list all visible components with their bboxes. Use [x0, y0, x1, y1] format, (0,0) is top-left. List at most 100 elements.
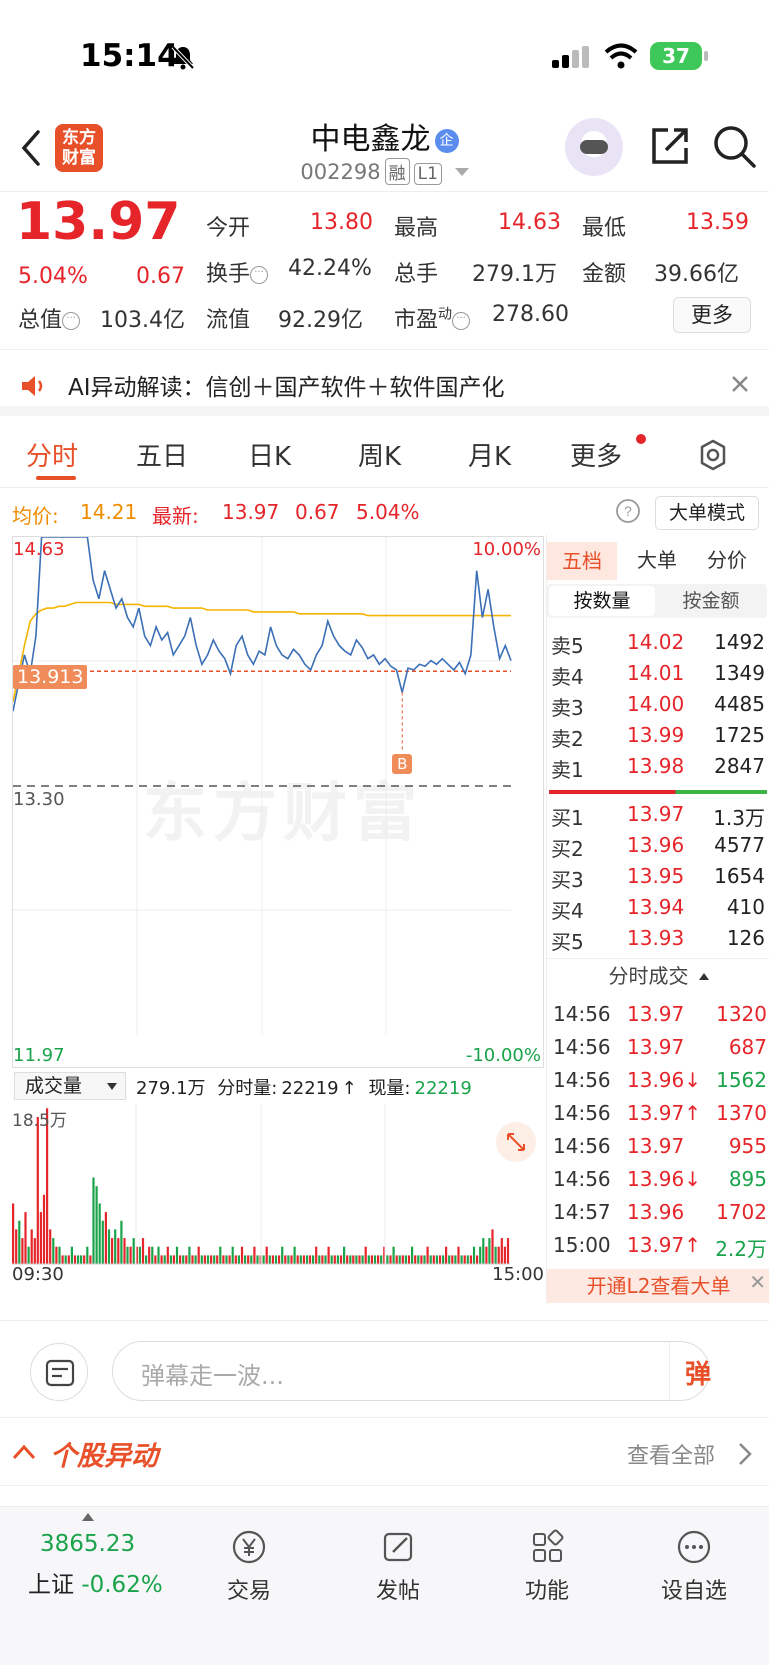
intraday-chart[interactable]: 东方财富 14.63 10.00% 13.30 11.97 -10.00% 13…	[12, 536, 544, 1068]
volume-bar	[401, 1255, 404, 1264]
volume-bar	[166, 1246, 169, 1264]
level-volume: 126	[726, 926, 765, 950]
search-icon[interactable]	[712, 124, 758, 170]
tab-monthly-k[interactable]: 月K	[468, 436, 511, 473]
nav-post[interactable]: 发帖	[348, 1527, 448, 1605]
volume-bar	[58, 1246, 61, 1264]
ask-row[interactable]: 卖2 13.99 1725	[551, 723, 767, 753]
big-order-mode-button[interactable]: 大单模式	[655, 496, 759, 530]
volume-bar	[299, 1255, 302, 1264]
volume-bar	[80, 1255, 83, 1264]
volume-bar	[417, 1255, 420, 1264]
volume-bars-svg	[12, 1104, 510, 1265]
index-value[interactable]: 3865.23	[40, 1531, 135, 1557]
by-quantity-button[interactable]: 按数量	[549, 586, 655, 616]
bid-row[interactable]: 买2 13.96 4577	[551, 833, 767, 863]
trade-volume: 687	[728, 1035, 767, 1059]
turnover-label[interactable]: 换手 ···	[206, 256, 269, 288]
volume-indicator-select[interactable]: 成交量	[14, 1072, 126, 1100]
volume-summary: 279.1万 分时量: 22219 ↑ 现量: 22219	[136, 1078, 472, 1099]
bid-row[interactable]: 买3 13.95 1654	[551, 864, 767, 894]
ai-assistant-avatar[interactable]	[565, 118, 623, 176]
amount-value: 39.66亿	[654, 262, 739, 287]
expand-chart-button[interactable]	[496, 1122, 536, 1162]
latest-price-value: 13.97	[222, 500, 280, 524]
volume-chart[interactable]: 成交量 279.1万 分时量: 22219 ↑ 现量: 22219 18.5万 09:…	[12, 1070, 544, 1288]
ai-insight-banner[interactable]: AI异动解读：信创＋国产软件＋软件国产化	[0, 352, 769, 416]
level-price: 14.01	[627, 661, 685, 685]
volume-bar	[377, 1255, 380, 1264]
level-label: 买1	[551, 806, 584, 830]
by-amount-button[interactable]: 按金额	[657, 586, 765, 616]
nav-add-watchlist[interactable]: 设自选	[644, 1527, 744, 1605]
level-label: 卖2	[551, 727, 584, 751]
bid-row[interactable]: 买5 13.93 126	[551, 926, 767, 956]
chevron-up-icon[interactable]	[12, 1444, 36, 1460]
volume-bar	[318, 1255, 321, 1264]
trades-header[interactable]: 分时成交	[547, 958, 769, 992]
nav-functions[interactable]: 功能	[497, 1527, 597, 1605]
tab-more[interactable]: 更多	[570, 436, 622, 473]
index-expand-icon[interactable]	[82, 1513, 94, 1521]
trade-time: 14:56	[553, 1134, 611, 1158]
trade-time: 14:56	[553, 1167, 611, 1191]
share-icon[interactable]	[648, 124, 692, 168]
index-ticker[interactable]: 上证 -0.62%	[28, 1565, 163, 1599]
chevron-right-icon[interactable]	[738, 1442, 752, 1466]
level-volume: 1492	[714, 630, 765, 654]
y-high-label: 14.63	[13, 539, 65, 560]
volume-bar	[346, 1255, 349, 1264]
tab-five-day[interactable]: 五日	[136, 436, 188, 473]
volume-bar	[138, 1246, 141, 1264]
close-icon[interactable]: ✕	[749, 1265, 766, 1299]
ask-row[interactable]: 卖5 14.02 1492	[551, 630, 767, 660]
trade-price: 13.96	[627, 1200, 685, 1224]
gear-icon[interactable]	[696, 438, 730, 472]
info-dots-icon: ···	[250, 266, 269, 284]
verified-company-icon: 企	[434, 129, 459, 153]
volume-bar	[52, 1238, 55, 1264]
ask-row[interactable]: 卖1 13.98 2847	[551, 754, 767, 784]
buy-marker[interactable]: B	[392, 754, 413, 775]
volume-bar	[175, 1246, 179, 1264]
tab-daily-k[interactable]: 日K	[248, 436, 291, 473]
tab-price-distribution[interactable]: 分价	[707, 544, 747, 573]
notification-dot	[636, 434, 646, 444]
tab-intraday[interactable]: 分时	[26, 436, 78, 473]
send-danmaku-button[interactable]: 弹	[685, 1354, 711, 1391]
volume-bar	[129, 1246, 132, 1264]
l2-upgrade-banner[interactable]: 开通L2查看大单 ✕	[547, 1269, 769, 1303]
tab-five-levels[interactable]: 五档	[547, 542, 617, 580]
volume-bar	[95, 1186, 98, 1264]
volume-bar	[64, 1255, 67, 1264]
bid-row[interactable]: 买1 13.97 1.3万	[551, 802, 767, 832]
view-all-link[interactable]: 查看全部	[627, 1438, 715, 1470]
ask-row[interactable]: 卖3 14.00 4485	[551, 692, 767, 722]
message-list-button[interactable]	[30, 1343, 88, 1401]
help-icon[interactable]: ?	[615, 498, 641, 524]
pct-high-label: 10.00%	[472, 539, 541, 560]
expand-icon	[507, 1133, 525, 1151]
pe-label[interactable]: 市盈动 ···	[394, 302, 471, 334]
tab-big-orders[interactable]: 大单	[637, 544, 677, 573]
nav-trade[interactable]: 交易	[199, 1527, 299, 1605]
x-end-label: 15:00	[492, 1264, 544, 1285]
volume-bar	[157, 1246, 160, 1264]
stock-movers-section[interactable]: 个股异动 查看全部	[0, 1420, 769, 1486]
ask-row[interactable]: 卖4 14.01 1349	[551, 661, 767, 691]
volume-bar	[364, 1246, 367, 1264]
market-cap-label[interactable]: 总值 ···	[18, 302, 81, 334]
order-book-panel: 五档 大单 分价 按数量 按金额 卖5 14.02 1492 卖4 14.01 1349 卖…	[546, 534, 769, 1304]
more-quote-button[interactable]: 更多	[673, 297, 751, 333]
danmaku-input[interactable]: 弹幕走一波... 弹	[112, 1341, 711, 1401]
volume-bar	[330, 1255, 333, 1264]
bid-row[interactable]: 买4 13.94 410	[551, 895, 767, 925]
trade-row: 14:56 13.97 1320	[553, 1002, 767, 1032]
trade-volume: 1320	[716, 1002, 767, 1026]
pct-low-label: -10.00%	[465, 1045, 541, 1066]
volume-bar	[500, 1238, 503, 1264]
close-icon[interactable]	[730, 374, 750, 394]
volume-bar	[185, 1255, 188, 1264]
trade-row: 14:56 13.97 687	[553, 1035, 767, 1065]
tab-weekly-k[interactable]: 周K	[358, 436, 401, 473]
